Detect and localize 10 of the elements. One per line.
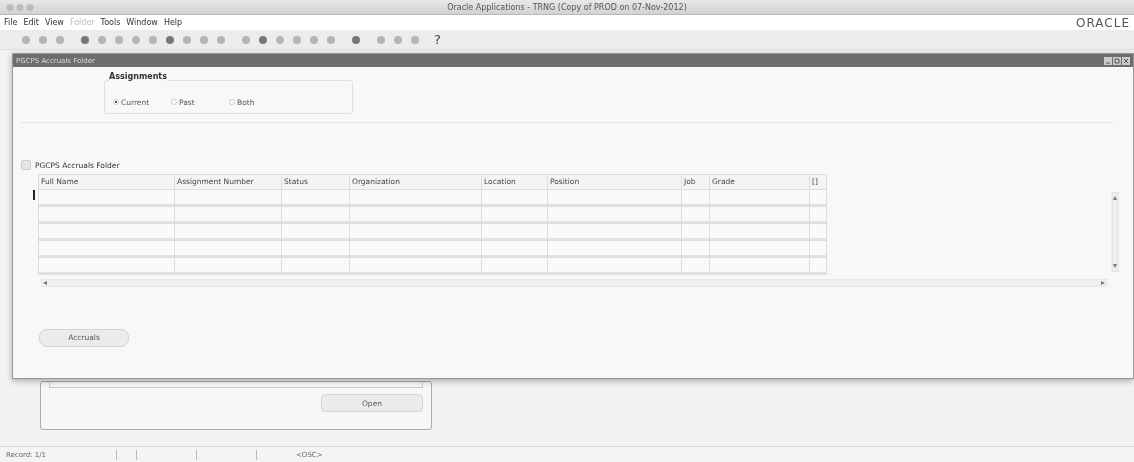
menu-item[interactable]: Tools [100, 18, 121, 27]
menu-item[interactable]: View [44, 18, 64, 27]
menu-item[interactable]: Window [126, 18, 158, 27]
brand-logo: ORACLE [1076, 15, 1130, 30]
menu-item[interactable]: Help [163, 18, 183, 27]
menu-item[interactable]: Edit [23, 18, 39, 27]
group-title: Assignments [109, 72, 167, 81]
help-button[interactable]: ? [434, 32, 441, 47]
menu-item[interactable]: File [4, 18, 18, 27]
window-title: Oracle Applications - TRNG (Copy of PROD on 07-Nov-2012) [446, 2, 688, 12]
